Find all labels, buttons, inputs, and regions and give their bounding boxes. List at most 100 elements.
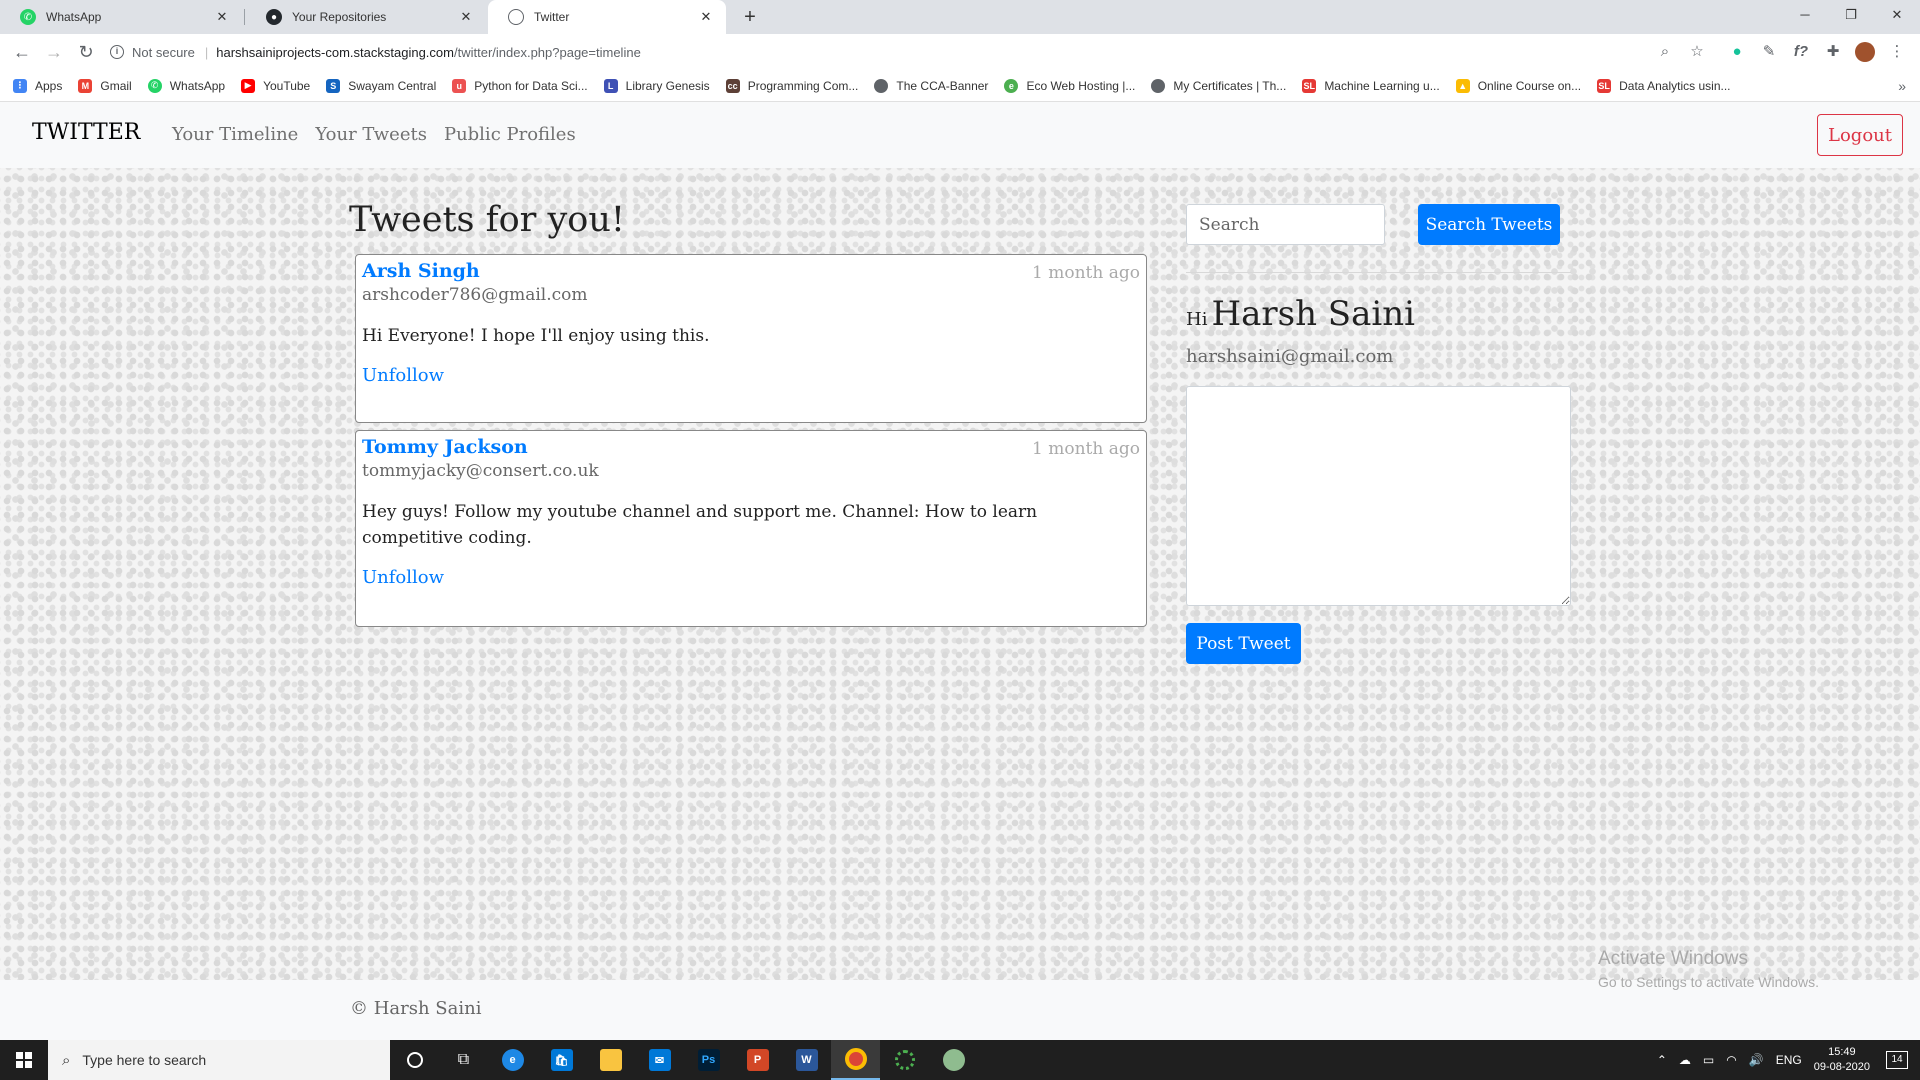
grammarly-icon[interactable]: ● bbox=[1727, 42, 1747, 62]
bookmark-programming-com[interactable]: cc Programming Com... bbox=[725, 78, 858, 93]
restore-icon[interactable]: ❐ bbox=[1828, 0, 1874, 34]
bookmark-cca-banner[interactable]: The CCA-Banner bbox=[874, 78, 988, 93]
taskbar-search[interactable]: ⌕ Type here to search bbox=[48, 1040, 390, 1080]
youtube-icon: ▶ bbox=[241, 78, 256, 93]
word-icon[interactable]: W bbox=[782, 1040, 831, 1080]
tab-whatsapp[interactable]: ✆ WhatsApp ✕ bbox=[0, 0, 242, 34]
powerpoint-icon[interactable]: P bbox=[733, 1040, 782, 1080]
gmail-icon: M bbox=[78, 78, 93, 93]
start-button[interactable] bbox=[0, 1040, 48, 1080]
windows-taskbar: ⌕ Type here to search ⧉ e 🛍 ✉ Ps P W ⌃ ☁… bbox=[0, 1040, 1920, 1080]
eyedropper-icon[interactable]: ✎ bbox=[1759, 42, 1779, 62]
extensions-icon[interactable]: ✚ bbox=[1823, 42, 1843, 62]
zoom-icon[interactable]: ⌕ bbox=[1655, 42, 1675, 62]
close-window-icon[interactable]: ✕ bbox=[1874, 0, 1920, 34]
bookmark-label: Python for Data Sci... bbox=[474, 78, 588, 93]
profile-avatar[interactable] bbox=[1855, 42, 1875, 62]
sl-icon: SL bbox=[1597, 78, 1612, 93]
new-tab-button[interactable]: + bbox=[738, 5, 762, 29]
tab-title: WhatsApp bbox=[46, 10, 102, 24]
chevron-up-icon[interactable]: ⌃ bbox=[1657, 1053, 1667, 1067]
volume-icon[interactable]: 🔊 bbox=[1749, 1053, 1764, 1067]
bookmark-swayam[interactable]: S Swayam Central bbox=[326, 78, 436, 93]
search-tweets-button[interactable]: Search Tweets bbox=[1418, 204, 1560, 245]
tab-your-repositories[interactable]: ● Your Repositories ✕ bbox=[246, 0, 486, 34]
divider bbox=[1186, 272, 1571, 273]
bookmark-label: My Certificates | Th... bbox=[1173, 78, 1287, 93]
globe-icon bbox=[508, 9, 524, 25]
unfollow-link[interactable]: Unfollow bbox=[362, 567, 1140, 588]
nav-link-your-timeline[interactable]: Your Timeline bbox=[172, 124, 298, 145]
bookmark-library-genesis[interactable]: L Library Genesis bbox=[603, 78, 710, 93]
language-indicator[interactable]: ENG bbox=[1776, 1053, 1802, 1067]
chevron-right-icon[interactable]: » bbox=[1898, 78, 1906, 94]
page-content: TWITTER Your Timeline Your Tweets Public… bbox=[0, 102, 1920, 1040]
paint-icon[interactable] bbox=[929, 1040, 978, 1080]
photoshop-icon[interactable]: Ps bbox=[684, 1040, 733, 1080]
bookmark-label: Apps bbox=[35, 78, 63, 93]
notification-center-icon[interactable]: 14 bbox=[1886, 1051, 1908, 1069]
bookmark-data-analytics[interactable]: SL Data Analytics usin... bbox=[1597, 78, 1731, 93]
minimize-icon[interactable]: ─ bbox=[1782, 0, 1828, 34]
close-icon[interactable]: ✕ bbox=[214, 9, 230, 25]
cortana-icon[interactable] bbox=[390, 1040, 439, 1080]
tab-divider bbox=[244, 9, 245, 25]
bookmark-online-course[interactable]: ▲ Online Course on... bbox=[1455, 78, 1582, 93]
mail-icon[interactable]: ✉ bbox=[635, 1040, 684, 1080]
menu-kebab-icon[interactable]: ⋮ bbox=[1887, 42, 1907, 62]
bookmark-label: YouTube bbox=[263, 78, 311, 93]
tweet-body: Hey guys! Follow my youtube channel and … bbox=[362, 502, 1038, 548]
bookmark-python-data-sci[interactable]: u Python for Data Sci... bbox=[452, 78, 588, 93]
bookmark-label: Library Genesis bbox=[625, 78, 710, 93]
bookmark-star-icon[interactable]: ☆ bbox=[1687, 42, 1707, 62]
url-host: harshsainiprojects-com.stackstaging.com bbox=[216, 44, 454, 60]
activate-windows-watermark: Activate Windows Go to Settings to activ… bbox=[1598, 948, 1819, 990]
search-input[interactable] bbox=[1186, 204, 1385, 245]
file-explorer-icon[interactable] bbox=[586, 1040, 635, 1080]
brand-logo[interactable]: TWITTER bbox=[32, 120, 140, 145]
clock[interactable]: 15:49 09-08-2020 bbox=[1814, 1045, 1870, 1075]
logout-button[interactable]: Logout bbox=[1817, 114, 1903, 156]
tab-twitter[interactable]: Twitter ✕ bbox=[488, 0, 726, 34]
tweet-timestamp: 1 month ago bbox=[1032, 439, 1140, 459]
ring-app-icon[interactable] bbox=[880, 1040, 929, 1080]
bookmark-apps[interactable]: ⋮ Apps bbox=[13, 78, 63, 93]
bookmark-machine-learning[interactable]: SL Machine Learning u... bbox=[1302, 78, 1440, 93]
nav-link-public-profiles[interactable]: Public Profiles bbox=[444, 124, 576, 145]
bookmark-my-certificates[interactable]: My Certificates | Th... bbox=[1151, 78, 1287, 93]
fonts-extension-icon[interactable]: f? bbox=[1791, 42, 1811, 62]
store-icon[interactable]: 🛍 bbox=[537, 1040, 586, 1080]
close-icon[interactable]: ✕ bbox=[698, 9, 714, 25]
browser-tab-bar: ✆ WhatsApp ✕ ● Your Repositories ✕ Twitt… bbox=[0, 0, 1920, 34]
tweet-author-name[interactable]: Arsh Singh bbox=[362, 260, 1140, 282]
task-view-icon[interactable]: ⧉ bbox=[439, 1040, 488, 1080]
nav-link-your-tweets[interactable]: Your Tweets bbox=[315, 124, 427, 145]
address-bar[interactable]: i Not secure | harshsainiprojects-com.st… bbox=[110, 38, 1710, 66]
tweet-author-name[interactable]: Tommy Jackson bbox=[362, 436, 1140, 458]
watermark-subtitle: Go to Settings to activate Windows. bbox=[1598, 974, 1819, 990]
search-icon: ⌕ bbox=[62, 1051, 71, 1069]
bookmark-youtube[interactable]: ▶ YouTube bbox=[241, 78, 311, 93]
unfollow-link[interactable]: Unfollow bbox=[362, 365, 1140, 386]
back-arrow-icon[interactable]: ← bbox=[10, 40, 34, 64]
reload-icon[interactable]: ↻ bbox=[74, 40, 98, 64]
bookmark-whatsapp[interactable]: ✆ WhatsApp bbox=[147, 78, 225, 93]
edge-icon[interactable]: e bbox=[488, 1040, 537, 1080]
udemy-icon: u bbox=[452, 78, 467, 93]
bookmark-label: Online Course on... bbox=[1477, 78, 1582, 93]
wifi-icon[interactable]: ◠ bbox=[1726, 1053, 1736, 1067]
info-icon[interactable]: i bbox=[110, 45, 124, 59]
battery-icon[interactable]: ▭ bbox=[1703, 1053, 1714, 1067]
swayam-icon: S bbox=[326, 78, 341, 93]
close-icon[interactable]: ✕ bbox=[458, 9, 474, 25]
bookmark-label: Gmail bbox=[100, 78, 132, 93]
bookmark-gmail[interactable]: M Gmail bbox=[78, 78, 132, 93]
forward-arrow-icon[interactable]: → bbox=[42, 40, 66, 64]
tweet-compose-textarea[interactable] bbox=[1186, 386, 1571, 606]
post-tweet-button[interactable]: Post Tweet bbox=[1186, 623, 1301, 664]
windows-logo-icon bbox=[16, 1052, 32, 1068]
onedrive-icon[interactable]: ☁ bbox=[1679, 1053, 1691, 1067]
bookmark-eco-web-hosting[interactable]: e Eco Web Hosting |... bbox=[1004, 78, 1135, 93]
url-divider: | bbox=[204, 44, 209, 60]
chrome-icon[interactable] bbox=[831, 1040, 880, 1080]
